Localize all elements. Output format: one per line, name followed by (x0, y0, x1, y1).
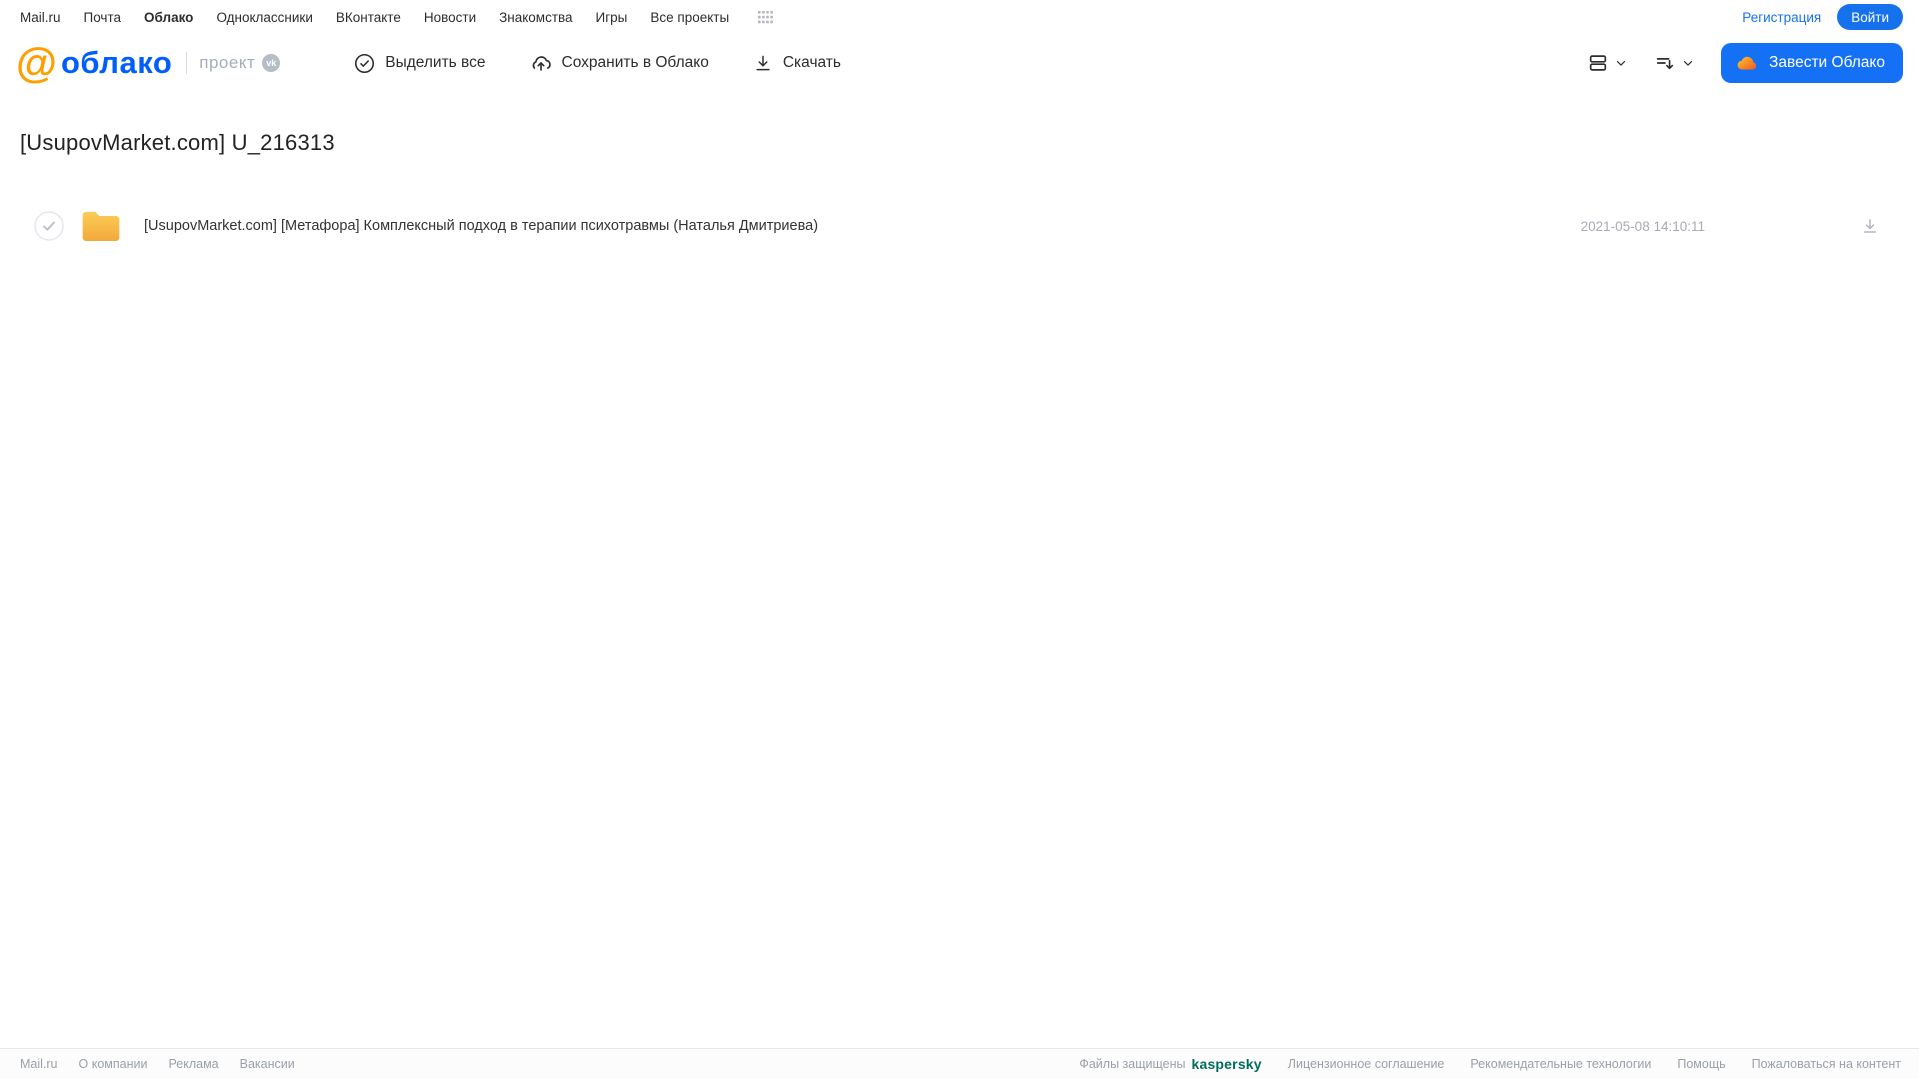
footer-right-links: Файлы защищены kaspersky Лицензионное со… (1079, 1056, 1901, 1072)
cloud-logo[interactable]: @ облако проект vk (16, 39, 281, 86)
select-all-button[interactable]: Выделить все (354, 53, 486, 74)
nav-link-oblako[interactable]: Облако (144, 10, 193, 25)
footer-left-links: Mail.ru О компании Реклама Вакансии (20, 1057, 295, 1071)
chevron-down-icon (1614, 56, 1628, 70)
kaspersky-protection: Файлы защищены kaspersky (1079, 1056, 1261, 1072)
view-list-icon (1587, 52, 1609, 74)
page-footer: Mail.ru О компании Реклама Вакансии Файл… (0, 1048, 1919, 1079)
folder-icon (81, 209, 121, 243)
save-to-cloud-label: Сохранить в Облако (561, 54, 709, 71)
nav-link-znakomstva[interactable]: Знакомства (499, 10, 572, 25)
cloud-logo-text: облако (60, 45, 173, 80)
row-download-icon[interactable] (1861, 217, 1879, 235)
cloud-upload-icon (530, 52, 552, 74)
chevron-down-icon (1681, 56, 1695, 70)
view-mode-dropdown[interactable] (1587, 52, 1628, 74)
footer-link-report[interactable]: Пожаловаться на контент (1752, 1057, 1901, 1071)
file-row[interactable]: [UsupovMarket.com] [Метафора] Комплексны… (20, 206, 1919, 246)
nav-link-igry[interactable]: Игры (596, 10, 628, 25)
main-content: [UsupovMarket.com] U_216313 [UsupovMarke… (0, 130, 1919, 246)
sort-dropdown[interactable] (1654, 52, 1695, 74)
protected-label: Файлы защищены (1079, 1057, 1186, 1071)
portal-nav: Mail.ru Почта Облако Одноклассники ВКонт… (0, 0, 1919, 34)
row-checkbox[interactable] (34, 211, 64, 241)
footer-link-ads[interactable]: Реклама (168, 1057, 218, 1071)
cloud-icon (1735, 51, 1759, 75)
footer-link-license[interactable]: Лицензионное соглашение (1288, 1057, 1445, 1071)
create-cloud-label: Завести Облако (1769, 54, 1885, 71)
footer-link-help[interactable]: Помощь (1677, 1057, 1725, 1071)
portal-nav-links: Mail.ru Почта Облако Одноклассники ВКонт… (20, 10, 774, 25)
login-button[interactable]: Войти (1837, 4, 1903, 30)
project-label: проект (199, 53, 256, 72)
file-toolbar: Выделить все Сохранить в Облако Скачать (354, 52, 841, 74)
footer-link-mailru[interactable]: Mail.ru (20, 1057, 58, 1071)
sort-icon (1654, 52, 1676, 74)
file-date: 2021-05-08 14:10:11 (1580, 218, 1705, 234)
nav-link-odnoklassniki[interactable]: Одноклассники (216, 10, 312, 25)
nav-link-mailru[interactable]: Mail.ru (20, 10, 61, 25)
footer-link-company[interactable]: О компании (79, 1057, 148, 1071)
download-label: Скачать (782, 54, 841, 71)
cloud-header: @ облако проект vk Выделить все Сохранит… (0, 34, 1919, 92)
logo-divider (186, 52, 188, 74)
mailru-at-icon: @ (16, 39, 57, 86)
header-right-controls: Завести Облако (1587, 43, 1903, 83)
page-title: [UsupovMarket.com] U_216313 (20, 130, 335, 155)
save-to-cloud-button[interactable]: Сохранить в Облако (530, 52, 709, 74)
create-cloud-button[interactable]: Завести Облако (1721, 43, 1903, 83)
footer-link-recommendations[interactable]: Рекомендательные технологии (1470, 1057, 1651, 1071)
download-icon (753, 53, 773, 73)
download-button[interactable]: Скачать (753, 53, 841, 73)
nav-link-novosti[interactable]: Новости (424, 10, 476, 25)
kaspersky-logo[interactable]: kaspersky (1191, 1056, 1261, 1072)
nav-link-vkontakte[interactable]: ВКонтакте (336, 10, 401, 25)
all-projects-grid-icon[interactable] (758, 10, 774, 24)
footer-link-jobs[interactable]: Вакансии (240, 1057, 295, 1071)
vk-badge-icon: vk (262, 54, 281, 72)
nav-link-vse-proekty[interactable]: Все проекты (650, 10, 729, 25)
check-circle-icon (354, 53, 375, 74)
portal-nav-right: Регистрация Войти (1742, 4, 1903, 30)
registration-link[interactable]: Регистрация (1742, 10, 1821, 25)
file-name-link[interactable]: [UsupovMarket.com] [Метафора] Комплексны… (144, 218, 818, 234)
nav-link-pochta[interactable]: Почта (84, 10, 122, 25)
select-all-label: Выделить все (385, 54, 486, 71)
